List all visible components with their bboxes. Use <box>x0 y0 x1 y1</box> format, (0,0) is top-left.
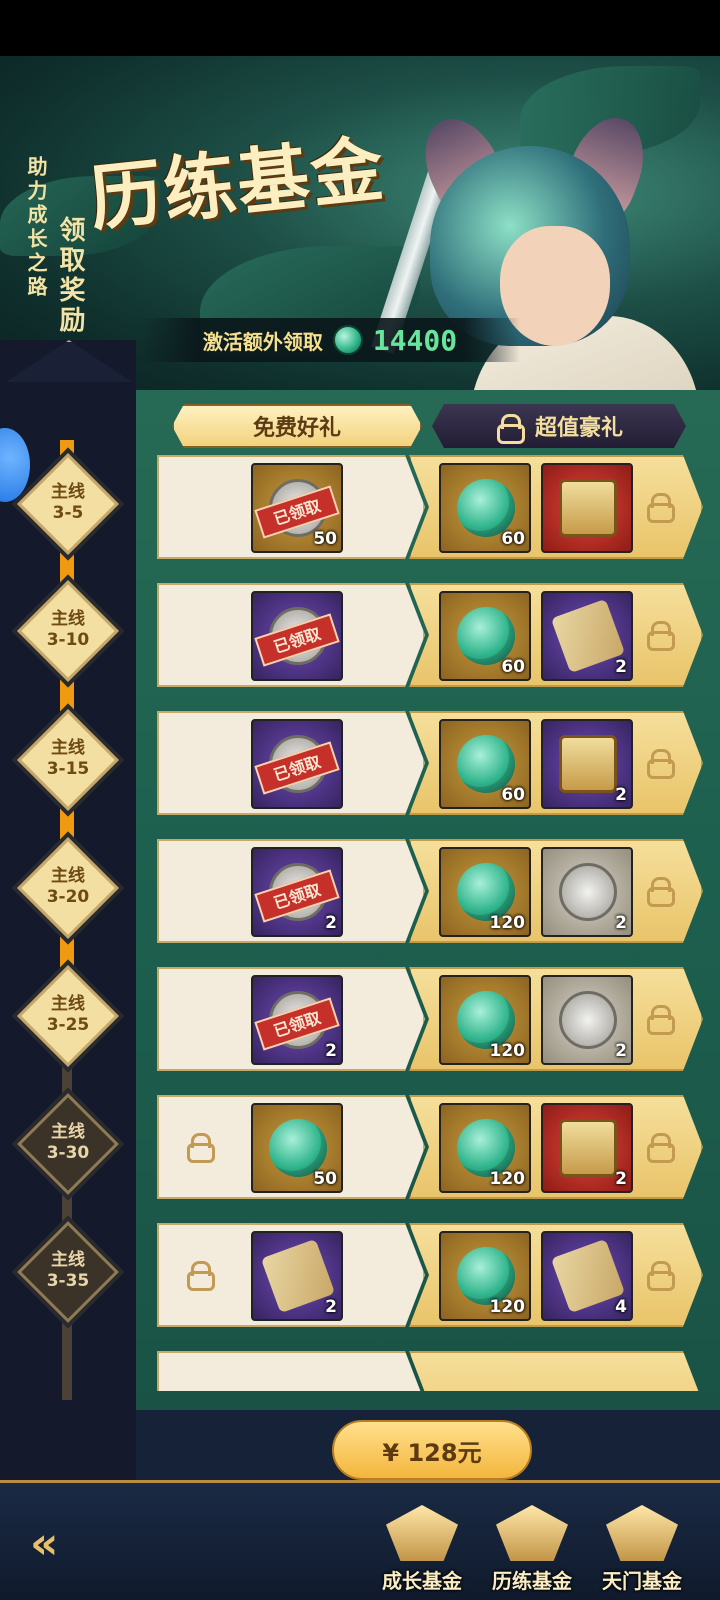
nav-heaven-gate-fund[interactable]: 天门基金 <box>592 1505 692 1595</box>
free-reward-item[interactable]: 已领取 <box>251 591 343 681</box>
coin-icon <box>559 863 617 921</box>
item-qty: 60 <box>501 657 525 677</box>
premium-reward-item[interactable]: 60 <box>439 591 531 681</box>
reward-row: 已领取 60 2 <box>157 583 703 687</box>
item-qty: 2 <box>325 1297 337 1317</box>
premium-reward-item[interactable]: 120 <box>439 1103 531 1193</box>
premium-reward-item[interactable] <box>541 463 633 553</box>
stage-node: 主线 3-20 <box>17 837 119 939</box>
stage-node: 主线 3-30 <box>17 1093 119 1195</box>
free-reward-item[interactable]: 2 <box>251 1231 343 1321</box>
nav-growth-fund[interactable]: 成长基金 <box>372 1505 472 1595</box>
premium-reward-cell <box>409 1351 703 1391</box>
bonus-value: 14400 <box>372 323 458 357</box>
tab-premium-label: 超值豪礼 <box>534 416 623 441</box>
item-qty: 2 <box>615 913 627 933</box>
stage-node: 主线 3-15 <box>17 709 119 811</box>
reward-row <box>157 1351 703 1391</box>
premium-reward-item[interactable]: 4 <box>541 1231 633 1321</box>
lock-icon <box>645 621 675 651</box>
stage-node: 主线 3-35 <box>17 1221 119 1323</box>
free-reward-item[interactable]: 已领取 2 <box>251 847 343 937</box>
premium-reward-item[interactable]: 2 <box>541 591 633 681</box>
premium-reward-item[interactable]: 2 <box>541 719 633 809</box>
tab-free-gifts[interactable]: 免费好礼 <box>172 404 422 448</box>
premium-reward-item[interactable]: 60 <box>439 719 531 809</box>
lock-icon <box>645 877 675 907</box>
lock-icon <box>645 493 675 523</box>
free-reward-item[interactable]: 已领取 2 <box>251 975 343 1065</box>
item-qty: 120 <box>489 1297 526 1317</box>
chest-icon <box>559 1119 617 1177</box>
stage-node: 主线 3-5 <box>17 453 119 555</box>
lock-icon <box>645 1005 675 1035</box>
growth-fund-icon <box>386 1505 458 1561</box>
nav-label: 成长基金 <box>382 1569 462 1593</box>
item-qty: 50 <box>313 529 337 549</box>
item-qty: 60 <box>501 529 525 549</box>
nav-training-fund[interactable]: 历练基金 <box>482 1505 582 1595</box>
jade-currency-icon <box>332 325 363 355</box>
item-qty: 2 <box>615 1169 627 1189</box>
stage-node: 主线 3-10 <box>17 580 119 682</box>
chest-icon <box>559 479 617 537</box>
premium-reward-item[interactable]: 120 <box>439 847 531 937</box>
item-qty: 2 <box>325 913 337 933</box>
reward-row: 2 120 4 <box>157 1223 703 1327</box>
reward-row: 已领取 60 2 <box>157 711 703 815</box>
item-qty: 120 <box>489 1169 526 1189</box>
free-reward-item[interactable]: 已领取 <box>251 719 343 809</box>
free-reward-item[interactable]: 50 <box>251 1103 343 1193</box>
item-qty: 4 <box>615 1297 627 1317</box>
bonus-bar: 激活额外领取 14400 <box>140 318 520 362</box>
slogan-line-2: 领取奖励 <box>55 216 85 336</box>
premium-reward-item[interactable]: 60 <box>439 463 531 553</box>
slogan-line-1: 助力成长之路 <box>24 156 48 300</box>
tab-free-label: 免费好礼 <box>252 416 341 441</box>
lock-icon <box>185 1261 215 1291</box>
free-reward-item[interactable]: 已领取 50 <box>251 463 343 553</box>
reward-row: 50 120 2 <box>157 1095 703 1199</box>
premium-reward-item[interactable]: 2 <box>541 975 633 1065</box>
chest-icon <box>559 735 617 793</box>
item-qty: 2 <box>325 1041 337 1061</box>
premium-reward-item[interactable]: 2 <box>541 1103 633 1193</box>
lock-icon <box>495 414 523 438</box>
premium-reward-item[interactable]: 120 <box>439 975 531 1065</box>
item-qty: 120 <box>489 913 526 933</box>
item-qty: 2 <box>615 1041 627 1061</box>
item-qty: 2 <box>615 785 627 805</box>
reward-row: 已领取 2 120 2 <box>157 967 703 1071</box>
training-fund-icon <box>496 1505 568 1561</box>
reward-row: 已领取 50 60 <box>157 455 703 559</box>
lock-icon <box>185 1133 215 1163</box>
nav-label: 历练基金 <box>492 1569 572 1593</box>
item-qty: 2 <box>615 657 627 677</box>
nav-label: 天门基金 <box>602 1569 682 1593</box>
lock-icon <box>645 749 675 779</box>
back-button[interactable]: « <box>30 1520 86 1568</box>
item-qty: 120 <box>489 1041 526 1061</box>
lock-icon <box>645 1133 675 1163</box>
coin-icon <box>559 991 617 1049</box>
stage-node: 主线 3-25 <box>17 965 119 1067</box>
lock-icon <box>645 1261 675 1291</box>
premium-reward-item[interactable]: 2 <box>541 847 633 937</box>
purchase-button[interactable]: ¥ 128元 <box>332 1420 532 1480</box>
free-reward-cell <box>157 1351 425 1391</box>
bonus-label: 激活额外领取 <box>202 329 323 354</box>
item-qty: 50 <box>313 1169 337 1189</box>
item-qty: 60 <box>501 785 525 805</box>
premium-reward-item[interactable]: 120 <box>439 1231 531 1321</box>
status-bar <box>0 0 720 56</box>
heaven-gate-fund-icon <box>606 1505 678 1561</box>
reward-row: 已领取 2 120 2 <box>157 839 703 943</box>
tab-premium-gifts[interactable]: 超值豪礼 <box>432 404 686 448</box>
